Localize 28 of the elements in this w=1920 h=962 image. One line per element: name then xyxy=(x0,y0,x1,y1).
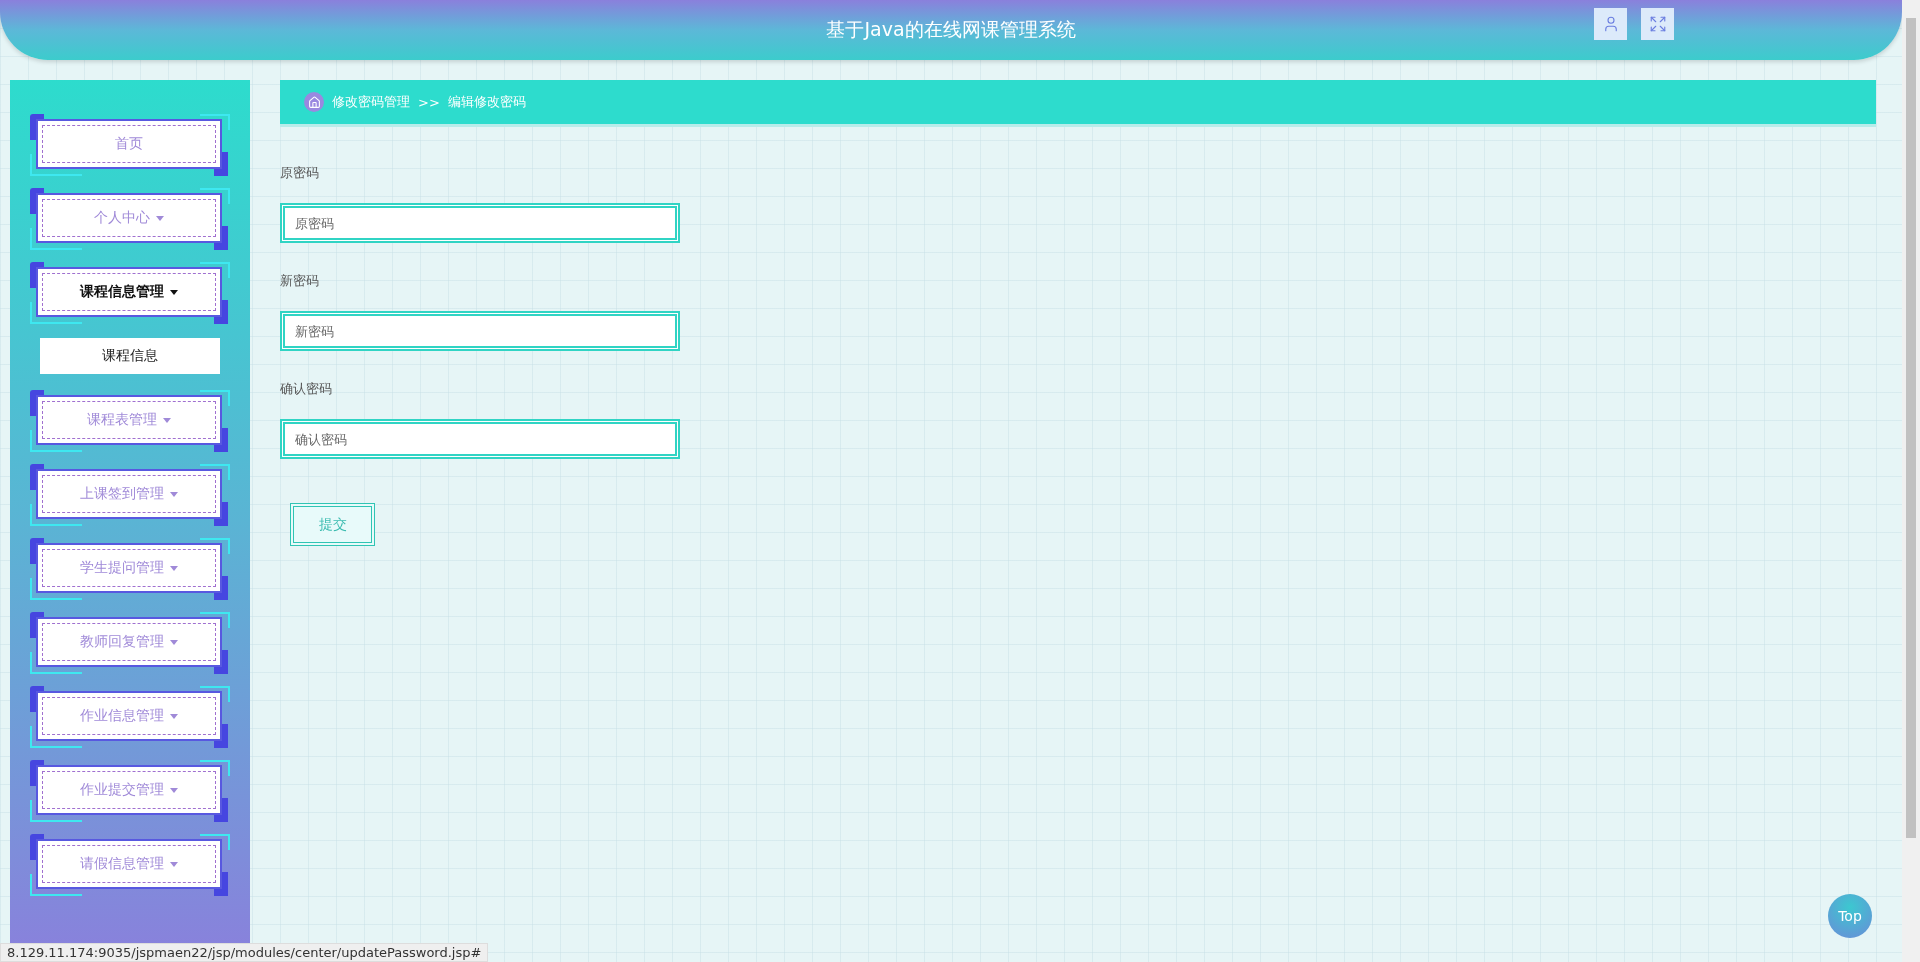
status-url: 8.129.11.174:9035/jspmaen22/jsp/modules/center/updatePassword.jsp# xyxy=(0,943,489,962)
app-title: 基于Java的在线网课管理系统 xyxy=(826,17,1076,42)
field-label: 原密码 xyxy=(280,164,320,182)
caret-icon xyxy=(170,565,178,571)
submenu-item[interactable]: 课程信息 xyxy=(40,338,220,374)
top-button[interactable]: Top xyxy=(1828,894,1872,938)
expand-icon xyxy=(1648,15,1667,33)
field-label: 新密码 xyxy=(280,272,320,290)
caret-icon xyxy=(156,215,164,221)
caret-icon xyxy=(170,861,178,867)
submit-button[interactable]: 提交 xyxy=(290,503,375,546)
caret-icon xyxy=(170,639,178,645)
fullscreen-button[interactable] xyxy=(1641,8,1674,40)
breadcrumb-current: 编辑修改密码 xyxy=(447,93,526,111)
user-button[interactable] xyxy=(1594,8,1627,40)
field-label: 确认密码 xyxy=(280,380,333,398)
home-icon xyxy=(304,92,324,112)
caret-icon xyxy=(170,289,178,295)
caret-icon xyxy=(163,417,171,423)
password-field[interactable]: 新密码 xyxy=(280,311,680,351)
password-field[interactable]: 原密码 xyxy=(280,203,680,243)
caret-icon xyxy=(170,491,178,497)
caret-icon xyxy=(170,787,178,793)
scrollbar[interactable] xyxy=(1902,0,1920,962)
breadcrumb-separator: >> xyxy=(418,94,440,110)
caret-icon xyxy=(170,713,178,719)
breadcrumb-link[interactable]: 修改密码管理 xyxy=(332,93,410,111)
password-field[interactable]: 确认密码 xyxy=(280,419,680,459)
